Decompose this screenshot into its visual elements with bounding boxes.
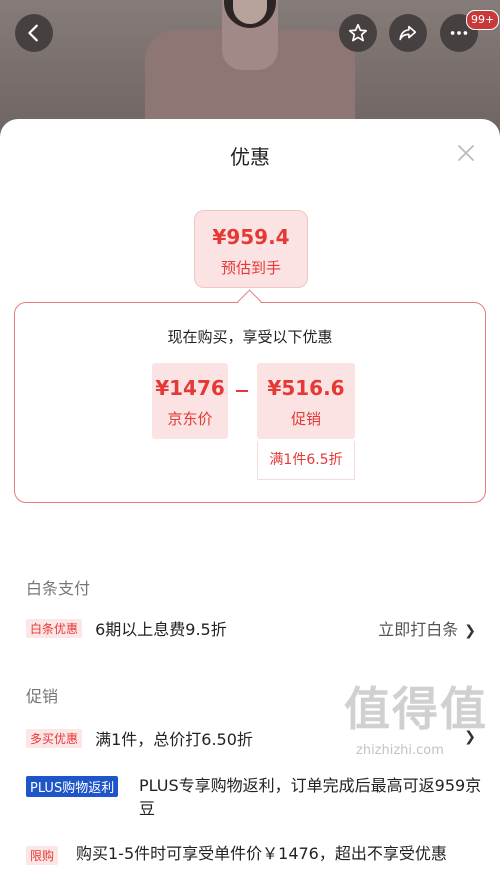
promo-detail: 满1件6.5折 (257, 441, 355, 480)
discount-sheet: 优惠 ¥959.4 预估到手 现在购买，享受以下优惠 ¥1476 京东价 ¥51… (0, 119, 500, 884)
estimated-price-box: ¥959.4 预估到手 (194, 210, 308, 288)
promo-tag: 多买优惠 (26, 728, 83, 748)
promo-box: ¥516.6 促销 (257, 363, 355, 439)
baitiao-text: 6期以上息费9.5折 (95, 620, 227, 639)
promo-label: 促销 (290, 410, 321, 428)
star-icon (348, 23, 368, 42)
estimated-price: ¥959.4 (212, 225, 290, 249)
jd-price-value: ¥1476 (155, 376, 225, 400)
share-button[interactable] (389, 14, 427, 52)
limit-tag: 限购 (26, 846, 59, 865)
baitiao-section-title: 白条支付 (26, 579, 91, 598)
share-icon (399, 25, 417, 41)
baitiao-row[interactable]: 白条优惠 6期以上息费9.5折 立即打白条 ❯ (26, 616, 476, 640)
limit-text: 购买1-5件时可享受单件价￥1476，超出不享受优惠 (76, 844, 447, 863)
baitiao-action-label: 立即打白条 (378, 620, 459, 639)
watermark-url: zhizhizhi.com (356, 743, 444, 758)
favorite-button[interactable] (339, 14, 377, 52)
notification-badge: 99+ (466, 10, 500, 30)
sheet-title: 优惠 (230, 145, 270, 169)
minus-sign (236, 390, 248, 392)
chevron-right-icon: ❯ (464, 623, 476, 639)
baitiao-tag: 白条优惠 (26, 618, 83, 638)
promo-section-title: 促销 (26, 687, 59, 706)
jd-price-box: ¥1476 京东价 (152, 363, 228, 439)
plus-text: PLUS专享购物返利，订单完成后最高可返959京豆 (139, 776, 482, 818)
jd-price-label: 京东价 (167, 410, 213, 428)
promo-text: 满1件，总价打6.50折 (95, 730, 253, 749)
baitiao-action[interactable]: 立即打白条 ❯ (378, 616, 476, 640)
close-icon[interactable] (456, 143, 476, 163)
breakdown-title: 现在购买，享受以下优惠 (167, 328, 333, 346)
estimated-price-label: 预估到手 (220, 259, 281, 277)
plus-tag: PLUS购物返利 (26, 776, 119, 797)
promo-value: ¥516.6 (267, 376, 345, 400)
back-icon (28, 24, 38, 42)
back-button[interactable] (15, 14, 53, 52)
